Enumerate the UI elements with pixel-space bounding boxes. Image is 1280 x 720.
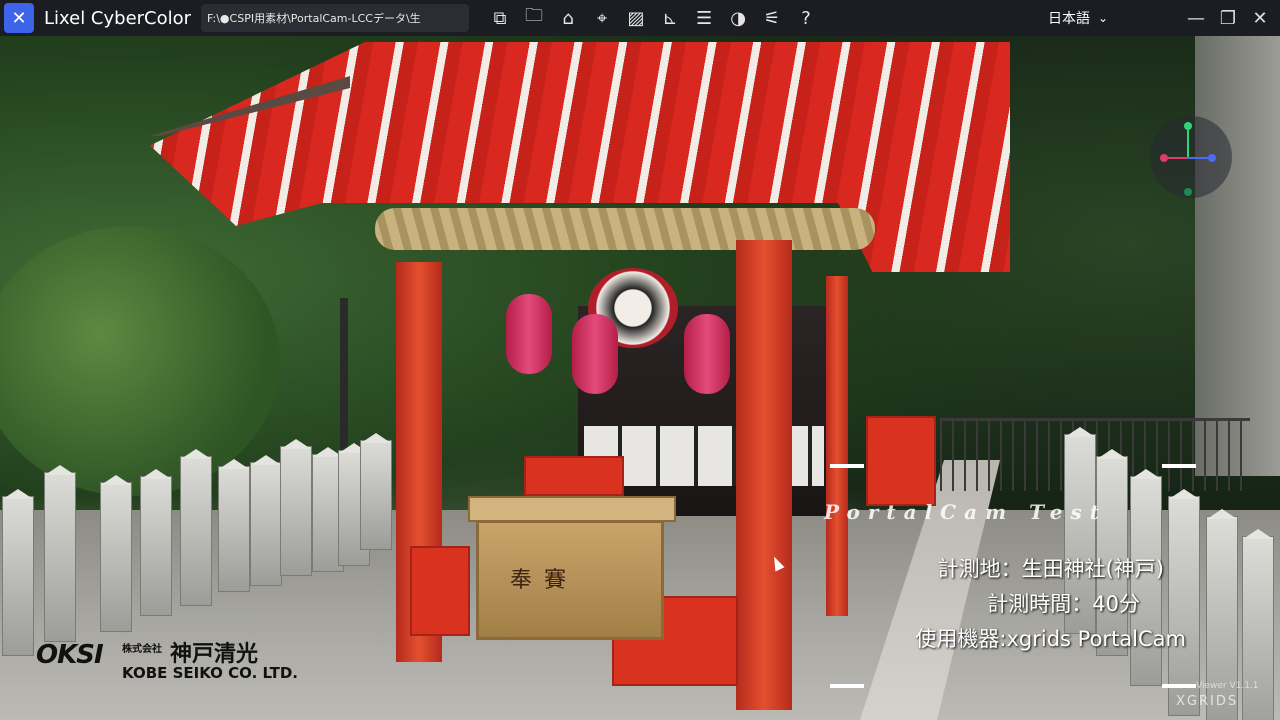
overlay-duration: 計測時間：40分 bbox=[987, 592, 1140, 616]
red-lantern bbox=[572, 314, 618, 394]
language-select[interactable]: 日本語 ⌄ bbox=[1048, 0, 1108, 36]
toolbar: ⧉ 🗀 ⌂ ⌖ ▨ ⊾ ☰ ◑ ⚟ ? bbox=[483, 1, 823, 35]
red-lantern bbox=[506, 294, 552, 374]
shimenawa-rope bbox=[375, 208, 875, 250]
tree-trunk bbox=[1195, 36, 1280, 476]
stone-fence-post bbox=[100, 482, 132, 632]
copy-icon[interactable]: ⧉ bbox=[483, 1, 517, 35]
frame-bracket bbox=[1162, 464, 1196, 468]
measure-icon[interactable]: ⊾ bbox=[653, 1, 687, 35]
viewer-watermark: Viewer V1.1.1 bbox=[1196, 681, 1259, 691]
vr-headset-icon[interactable]: ◑ bbox=[721, 1, 755, 35]
axis-gizmo[interactable] bbox=[1150, 116, 1232, 198]
offering-box-lid bbox=[468, 496, 676, 522]
overlay-title: PortalCam Test bbox=[824, 500, 1107, 524]
app-logo-icon[interactable]: ✕ bbox=[4, 3, 34, 33]
frame-bracket bbox=[830, 684, 864, 688]
app-title: Lixel CyberColor bbox=[44, 7, 192, 29]
file-path-box[interactable]: F:\●CSPI用素材\PortalCam-LCCデータ\生 bbox=[201, 4, 470, 32]
company-logo-mark: OKSI bbox=[36, 640, 104, 670]
frame-bracket bbox=[830, 464, 864, 468]
language-label: 日本語 bbox=[1048, 11, 1090, 27]
stone-fence-post bbox=[44, 472, 76, 642]
help-icon[interactable]: ? bbox=[789, 1, 823, 35]
red-railing bbox=[866, 416, 936, 506]
brand-watermark: XGRIDS bbox=[1176, 694, 1239, 709]
folder-icon[interactable]: 🗀 bbox=[517, 1, 551, 35]
sliders-icon[interactable]: ⚟ bbox=[755, 1, 789, 35]
home-icon[interactable]: ⌂ bbox=[551, 1, 585, 35]
file-path-text: F:\●CSPI用素材\PortalCam-LCCデータ\生 bbox=[207, 12, 421, 25]
frame-bracket bbox=[1162, 684, 1196, 688]
company-prefix: 株式会社 bbox=[122, 644, 162, 655]
restore-icon[interactable]: ❐ bbox=[1212, 0, 1244, 36]
chevron-down-icon: ⌄ bbox=[1098, 11, 1109, 25]
red-lantern bbox=[684, 314, 730, 394]
stone-fence-post bbox=[2, 496, 34, 656]
location-pin-icon[interactable]: ⌖ bbox=[585, 1, 619, 35]
close-icon[interactable]: ✕ bbox=[1244, 0, 1276, 36]
stone-fence-post bbox=[1242, 536, 1274, 720]
shrine-pillar bbox=[826, 276, 848, 616]
list-icon[interactable]: ☰ bbox=[687, 1, 721, 35]
title-bar: ✕ Lixel CyberColor F:\●CSPI用素材\PortalCam… bbox=[0, 0, 1280, 36]
minimize-icon[interactable]: — bbox=[1180, 0, 1212, 36]
overlay-location: 計測地：生田神社(神戸) bbox=[937, 557, 1164, 581]
offering-box-label: 奉賽 bbox=[510, 568, 579, 593]
red-railing bbox=[410, 546, 470, 636]
company-name-en: KOBE SEIKO CO. LTD. bbox=[122, 664, 298, 682]
image-icon[interactable]: ▨ bbox=[619, 1, 653, 35]
overlay-device: 使用機器:xgrids PortalCam bbox=[915, 627, 1186, 651]
shrine-pillar bbox=[736, 240, 792, 710]
red-railing bbox=[524, 456, 624, 496]
